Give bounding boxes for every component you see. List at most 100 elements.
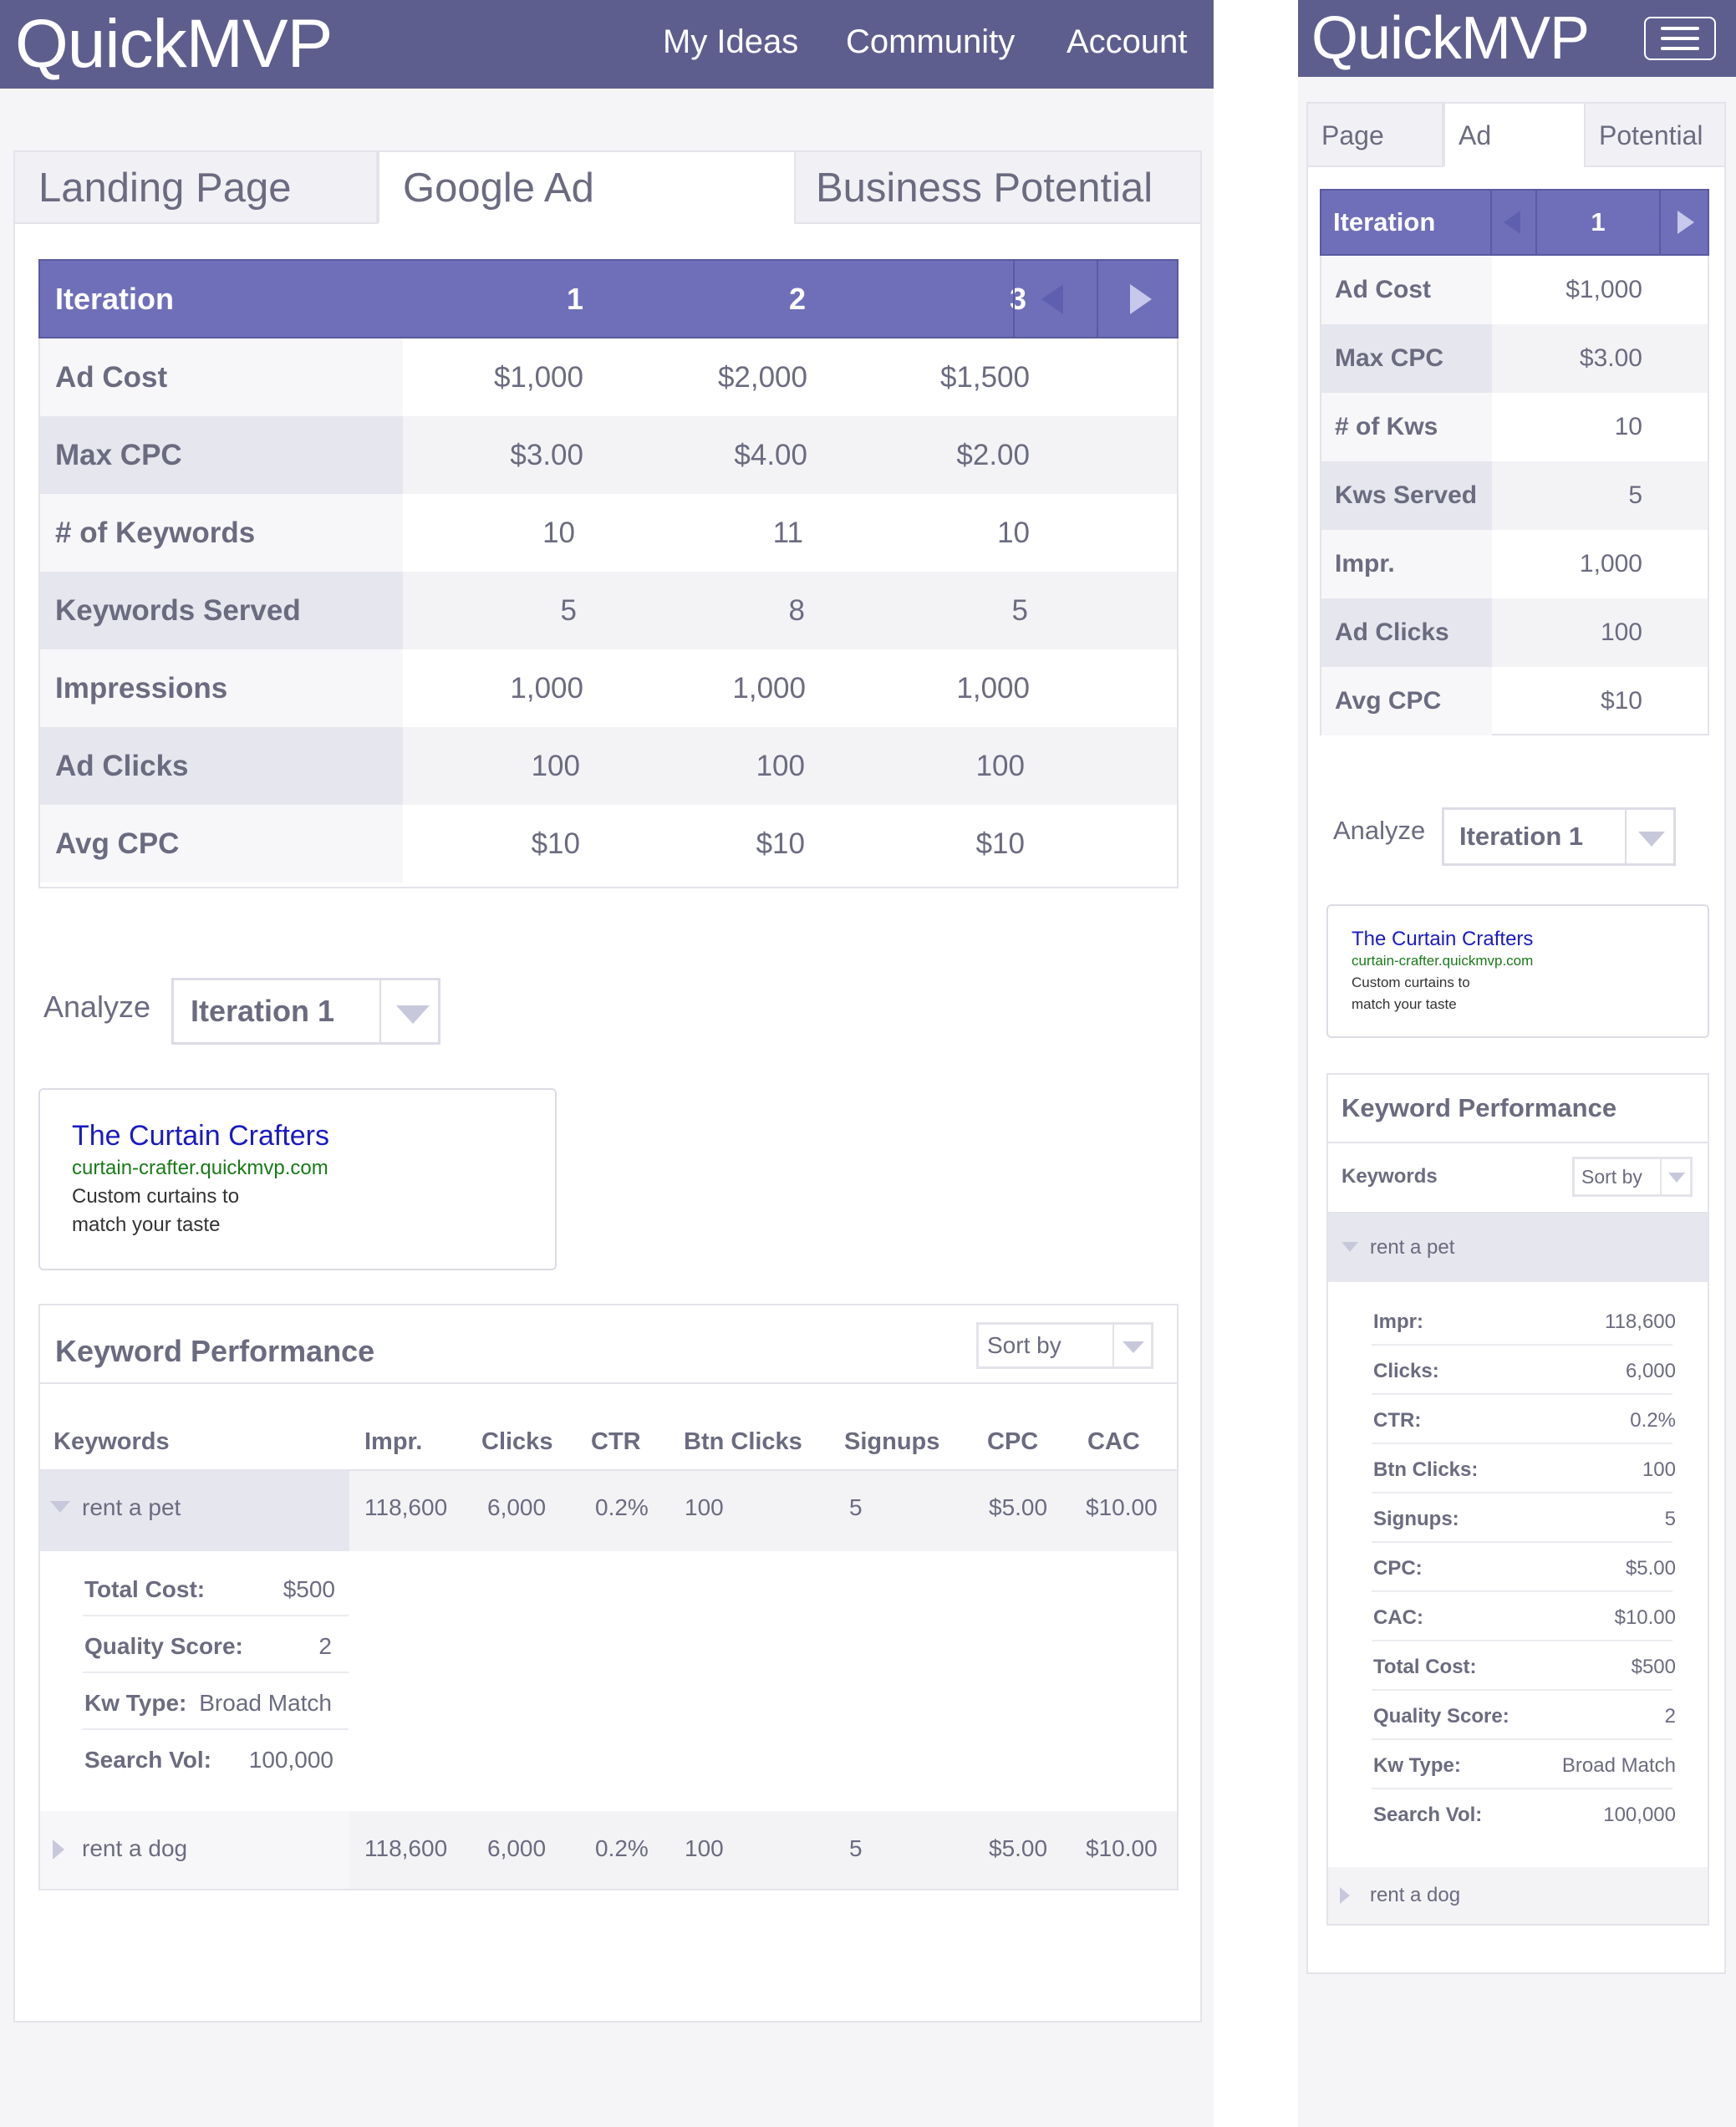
iteration-row-impressions: Impressions 1,000 1,000 1,000 <box>40 649 1177 727</box>
detail-label-cac: CAC: <box>1373 1606 1423 1629</box>
detail-label-search-vol: Search Vol: <box>1373 1804 1483 1826</box>
detail-label-kw-type: Kw Type: <box>1373 1754 1461 1777</box>
keyword-performance-title: Keyword Performance <box>55 1334 375 1368</box>
ad-url[interactable]: curtain-crafter.quickmvp.com <box>1352 953 1533 969</box>
detail-divider <box>1372 1344 1672 1346</box>
prev-iteration-button[interactable] <box>1015 261 1097 337</box>
detail-value-cpc: $5.00 <box>1625 1557 1676 1580</box>
kw-btn-clicks: 100 <box>685 1835 724 1861</box>
keyword-name[interactable]: rent a dog <box>82 1824 187 1874</box>
detail-label-btn-clicks: Btn Clicks: <box>1373 1458 1479 1481</box>
column-header-impr[interactable]: Impr. <box>364 1412 422 1471</box>
sort-by-select[interactable]: Sort by <box>1572 1157 1693 1197</box>
detail-divider <box>1372 1443 1672 1444</box>
analyze-iteration-select[interactable]: Iteration 1 <box>171 978 440 1045</box>
nav-account[interactable]: Account <box>1067 0 1188 89</box>
iteration-row-kws: # of Kws 10 <box>1321 393 1708 461</box>
iteration-row-kws-served: Kws Served 5 <box>1321 461 1708 530</box>
tab-landing-page[interactable]: Landing Page <box>13 150 378 224</box>
ad-description-line-2: match your taste <box>1352 996 1457 1012</box>
analyze-selected-value: Iteration 1 <box>191 994 335 1028</box>
detail-label-signups: Signups: <box>1373 1508 1459 1530</box>
keyword-name[interactable]: rent a pet <box>82 1483 181 1533</box>
detail-value-kw-type: Broad Match <box>199 1690 332 1716</box>
tab-business-potential[interactable]: Business Potential <box>794 150 1202 224</box>
iteration-row-avg-cpc: Avg CPC $10 <box>1321 667 1708 735</box>
ad-description-line-1: Custom curtains to <box>1352 974 1470 990</box>
column-header-clicks[interactable]: Clicks <box>481 1412 552 1471</box>
column-header-signups[interactable]: Signups <box>844 1412 939 1471</box>
list-item[interactable]: rent a dog <box>1328 1867 1708 1924</box>
iteration-value: 5 <box>1628 481 1642 509</box>
next-iteration-button[interactable] <box>1098 261 1177 337</box>
sort-by-label: Sort by <box>987 1332 1061 1358</box>
expand-down-icon[interactable] <box>1341 1242 1358 1252</box>
tab-ad[interactable]: Ad <box>1443 102 1586 167</box>
detail-label-quality-score: Quality Score: <box>84 1633 243 1659</box>
kw-ctr: 0.2% <box>595 1494 649 1520</box>
nav-community[interactable]: Community <box>846 0 1015 89</box>
brand-logo[interactable]: QuickMVP <box>15 7 333 82</box>
detail-divider <box>1372 1640 1672 1641</box>
detail-value-clicks: 6,000 <box>1625 1360 1676 1382</box>
detail-label-total-cost: Total Cost: <box>1373 1656 1477 1678</box>
iteration-row-impr: Impr. 1,000 <box>1321 530 1708 598</box>
ad-title[interactable]: The Curtain Crafters <box>1352 928 1533 951</box>
kw-cpc: $5.00 <box>989 1494 1048 1520</box>
next-iteration-button[interactable] <box>1661 191 1708 254</box>
expand-right-icon[interactable] <box>53 1839 64 1860</box>
column-header-btn-clicks[interactable]: Btn Clicks <box>684 1412 802 1471</box>
sort-by-select[interactable]: Sort by <box>976 1322 1153 1369</box>
chevron-down-icon <box>396 1005 430 1024</box>
iteration-table-header: Iteration 1 2 3 <box>38 259 1179 338</box>
column-header-cpc[interactable]: CPC <box>987 1412 1038 1471</box>
detail-divider <box>1372 1393 1672 1395</box>
prev-iteration-button[interactable] <box>1492 191 1535 254</box>
row-label: Ad Cost <box>1321 256 1492 324</box>
kw-btn-clicks: 100 <box>685 1494 724 1520</box>
chevron-down-icon <box>1668 1173 1685 1183</box>
ad-url[interactable]: curtain-crafter.quickmvp.com <box>72 1157 328 1180</box>
iteration-row-ad-cost: Ad Cost $1,000 <box>1321 256 1708 324</box>
analyze-iteration-select[interactable]: Iteration 1 <box>1442 807 1676 866</box>
kw-ctr: 0.2% <box>595 1835 649 1861</box>
top-navbar: QuickMVP My Ideas Community Account <box>0 0 1214 89</box>
iteration-value: 10 <box>997 516 1030 549</box>
ad-description-line-2: match your taste <box>72 1214 221 1236</box>
nav-my-ideas[interactable]: My Ideas <box>663 0 798 89</box>
ad-preview: The Curtain Crafters curtain-crafter.qui… <box>1326 904 1709 1038</box>
hamburger-menu-button[interactable] <box>1644 17 1716 60</box>
detail-value-impr: 118,600 <box>1605 1310 1676 1333</box>
column-header-keywords[interactable]: Keywords <box>53 1412 170 1471</box>
menu-icon <box>1661 27 1699 30</box>
list-item[interactable]: rent a pet <box>1328 1214 1708 1282</box>
detail-label-total-cost: Total Cost: <box>84 1576 206 1602</box>
detail-value-quality-score: 2 <box>1664 1705 1676 1728</box>
row-label: Keywords Served <box>40 572 403 649</box>
iteration-value: 5 <box>560 594 577 627</box>
ad-title[interactable]: The Curtain Crafters <box>72 1120 329 1153</box>
expand-right-icon[interactable] <box>1340 1887 1350 1904</box>
detail-value-search-vol: 100,000 <box>248 1747 333 1773</box>
iteration-value: $10 <box>975 827 1025 860</box>
iteration-header-label: Iteration <box>1333 207 1436 237</box>
iteration-row-ad-clicks: Ad Clicks 100 <box>1321 598 1708 667</box>
column-header-cac[interactable]: CAC <box>1087 1412 1140 1471</box>
chevron-down-icon <box>1638 832 1665 847</box>
expand-down-icon[interactable] <box>50 1501 70 1513</box>
keyword-name[interactable]: rent a dog <box>1370 1867 1460 1924</box>
detail-divider <box>1372 1788 1672 1789</box>
detail-label-impr: Impr: <box>1373 1310 1423 1333</box>
keyword-name[interactable]: rent a pet <box>1370 1214 1454 1282</box>
tab-google-ad[interactable]: Google Ad <box>378 150 796 224</box>
brand-logo[interactable]: QuickMVP <box>1311 5 1590 72</box>
iteration-value: $1,500 <box>939 361 1030 394</box>
tab-page[interactable]: Page <box>1306 102 1443 167</box>
ad-preview: The Curtain Crafters curtain-crafter.qui… <box>38 1088 557 1270</box>
tab-potential[interactable]: Potential <box>1584 102 1726 167</box>
detail-label-quality-score: Quality Score: <box>1373 1705 1509 1728</box>
column-header-ctr[interactable]: CTR <box>591 1412 641 1471</box>
current-iteration: 1 <box>1591 207 1606 237</box>
kw-impr: 118,600 <box>364 1835 448 1861</box>
iteration-value: 100 <box>975 750 1025 782</box>
